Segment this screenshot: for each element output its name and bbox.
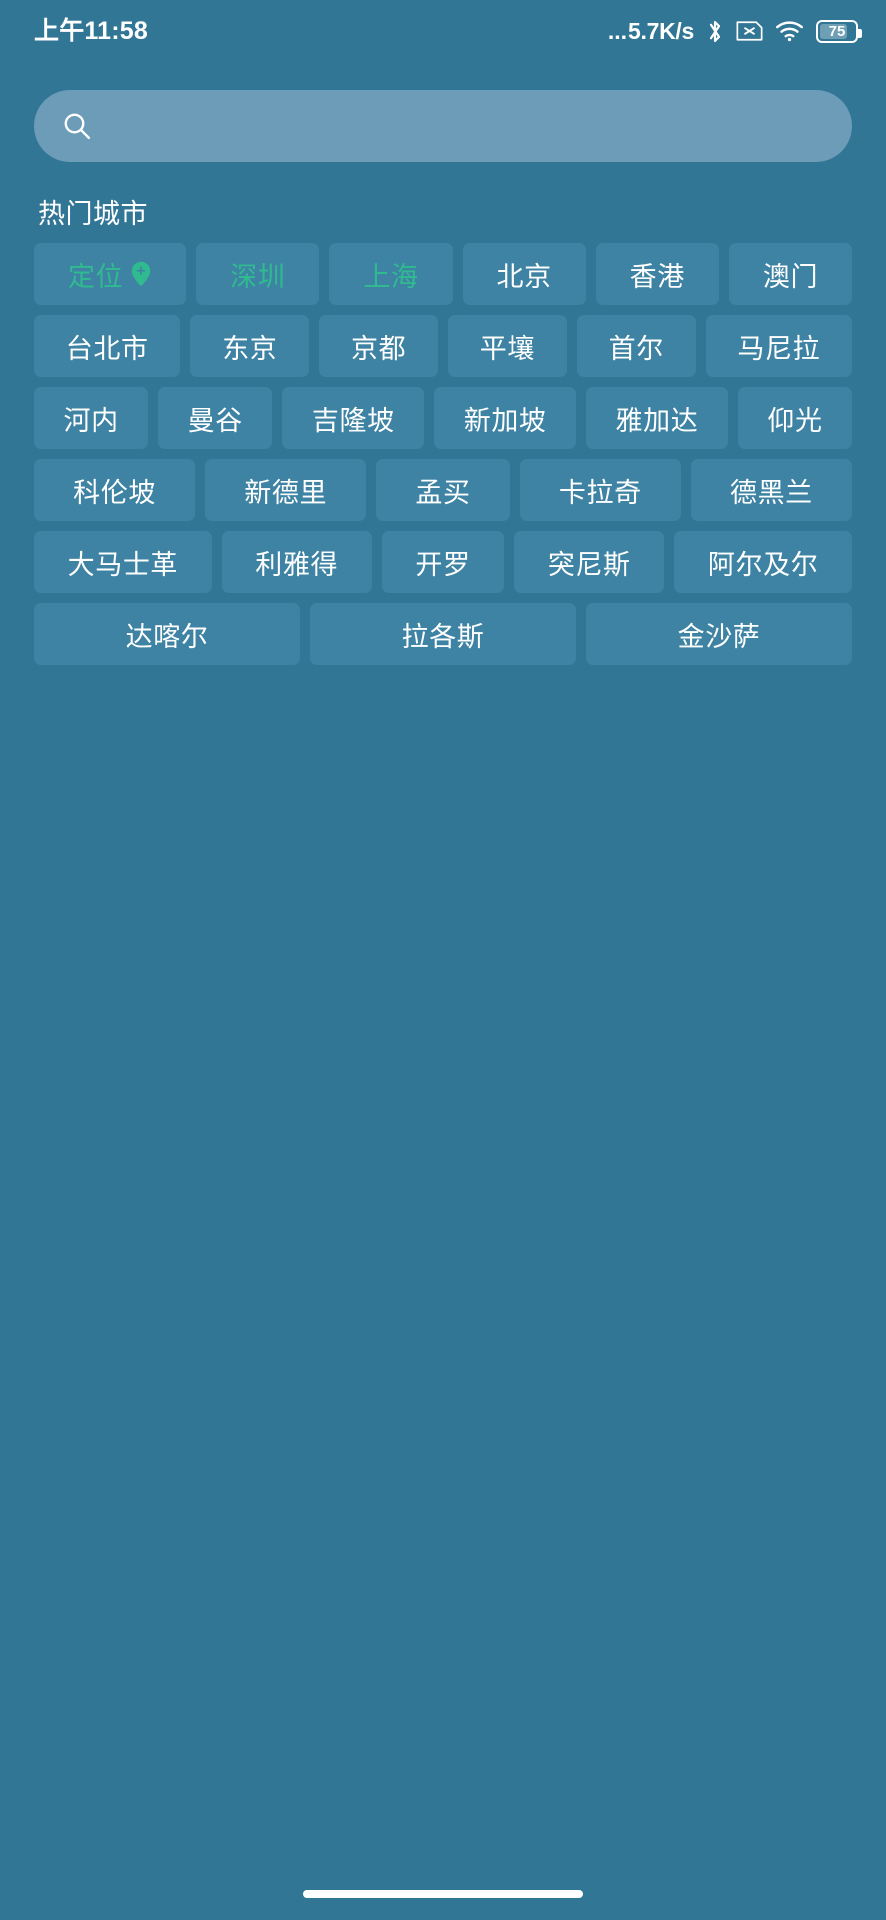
city-chip-达喀尔[interactable]: 达喀尔 (34, 603, 300, 665)
chip-row: 科伦坡 新德里 孟买 卡拉奇 德黑兰 (34, 459, 853, 521)
city-chip-label: 开罗 (415, 549, 471, 580)
battery-level-text: 75 (828, 22, 846, 40)
city-chip-首尔[interactable]: 首尔 (576, 315, 696, 377)
city-chip-阿尔及尔[interactable]: 阿尔及尔 (674, 531, 852, 593)
city-chip-科伦坡[interactable]: 科伦坡 (34, 459, 196, 521)
city-chip-北京[interactable]: 北京 (462, 243, 586, 305)
search-bar[interactable] (34, 90, 852, 162)
city-chip-label: 阿尔及尔 (707, 549, 819, 580)
city-chip-马尼拉[interactable]: 马尼拉 (705, 315, 852, 377)
network-speed-dots: ... (607, 17, 628, 44)
bluetooth-icon (706, 18, 724, 45)
chip-row: 定位 深圳 上海 北京 香港 澳门 (34, 243, 853, 305)
city-chip-label: 卡拉奇 (558, 477, 642, 508)
city-chip-京都[interactable]: 京都 (319, 315, 438, 377)
city-chip-台北市[interactable]: 台北市 (34, 315, 181, 377)
battery-icon: 75 (816, 19, 862, 43)
status-clock: 上午11:58 (34, 16, 148, 45)
city-chip-label: 拉各斯 (401, 621, 485, 652)
city-chip-开罗[interactable]: 开罗 (381, 531, 505, 593)
city-chip-深圳[interactable]: 深圳 (196, 243, 320, 305)
status-icons-group: ... 5.7K/s 75 (608, 18, 862, 45)
city-chip-label: 京都 (351, 333, 407, 364)
city-chip-label: 香港 (629, 261, 685, 292)
city-chip-label: 大马士革 (67, 549, 179, 580)
city-chip-拉各斯[interactable]: 拉各斯 (310, 603, 576, 665)
network-speed-value: 5.7K/s (628, 17, 694, 44)
search-section (0, 62, 886, 162)
city-chip-label: 孟买 (415, 477, 471, 508)
city-chip-利雅得[interactable]: 利雅得 (221, 531, 372, 593)
city-chip-label: 雅加达 (615, 405, 699, 436)
city-chip-label: 东京 (222, 333, 278, 364)
city-chip-德黑兰[interactable]: 德黑兰 (690, 459, 853, 521)
home-indicator[interactable] (303, 1890, 583, 1898)
city-chip-曼谷[interactable]: 曼谷 (158, 387, 273, 449)
city-chip-新德里[interactable]: 新德里 (205, 459, 367, 521)
city-chip-河内[interactable]: 河内 (34, 387, 149, 449)
city-chip-新加坡[interactable]: 新加坡 (434, 387, 577, 449)
city-chip-label: 台北市 (65, 333, 149, 364)
city-chip-仰光[interactable]: 仰光 (737, 387, 853, 449)
sim-card-disabled-icon (736, 20, 763, 42)
city-chip-label: 平壤 (479, 333, 535, 364)
city-chip-label: 北京 (496, 261, 552, 292)
city-chip-卡拉奇[interactable]: 卡拉奇 (519, 459, 681, 521)
city-chip-label: 澳门 (762, 261, 819, 292)
city-chip-label: 科伦坡 (73, 477, 156, 508)
wifi-icon (775, 19, 804, 43)
hot-cities-title: 热门城市 (38, 199, 148, 229)
city-chip-东京[interactable]: 东京 (190, 315, 310, 377)
city-chip-定位[interactable]: 定位 (34, 243, 187, 305)
city-chip-金沙萨[interactable]: 金沙萨 (586, 603, 852, 665)
city-chip-大马士革[interactable]: 大马士革 (34, 531, 212, 593)
city-chip-澳门[interactable]: 澳门 (728, 243, 853, 305)
hot-cities-grid: 定位 深圳 上海 北京 香港 澳门台北市 东京 京都 平壤 首尔 马尼拉河内 曼谷 吉隆坡 新加坡 雅加达 仰… (0, 243, 886, 665)
city-chip-label: 定位 (67, 261, 124, 292)
network-speed: ... 5.7K/s (608, 18, 694, 45)
city-chip-label: 新加坡 (463, 405, 547, 436)
city-chip-label: 突尼斯 (547, 549, 631, 580)
city-chip-label: 达喀尔 (125, 621, 209, 652)
chip-row: 大马士革 利雅得 开罗 突尼斯 阿尔及尔 (34, 531, 852, 593)
city-chip-label: 吉隆坡 (311, 405, 395, 436)
city-chip-label: 首尔 (608, 333, 664, 364)
city-chip-label: 金沙萨 (677, 621, 761, 652)
chip-row: 台北市 东京 京都 平壤 首尔 马尼拉 (34, 315, 852, 377)
city-chip-label: 马尼拉 (737, 333, 821, 364)
location-pin-icon (130, 261, 152, 287)
city-chip-突尼斯[interactable]: 突尼斯 (514, 531, 665, 593)
chip-row: 河内 曼谷 吉隆坡 新加坡 雅加达 仰光 (34, 387, 853, 449)
city-chip-雅加达[interactable]: 雅加达 (586, 387, 728, 449)
city-chip-label: 曼谷 (187, 405, 243, 436)
city-chip-平壤[interactable]: 平壤 (448, 315, 567, 377)
status-bar: 上午11:58 ... 5.7K/s 75 (0, 0, 886, 62)
city-chip-label: 河内 (63, 405, 119, 436)
city-chip-label: 仰光 (767, 405, 823, 436)
city-chip-label: 新德里 (244, 477, 328, 508)
city-chip-label: 利雅得 (255, 549, 339, 580)
city-chip-吉隆坡[interactable]: 吉隆坡 (282, 387, 425, 449)
city-chip-香港[interactable]: 香港 (595, 243, 719, 305)
city-chip-上海[interactable]: 上海 (329, 243, 453, 305)
chip-row: 达喀尔 拉各斯 金沙萨 (34, 603, 852, 665)
city-chip-label: 德黑兰 (730, 477, 813, 508)
city-chip-label: 深圳 (230, 261, 286, 292)
city-chip-孟买[interactable]: 孟买 (376, 459, 510, 521)
search-input[interactable] (106, 110, 824, 142)
search-icon (62, 111, 92, 141)
city-chip-label: 上海 (363, 261, 419, 292)
